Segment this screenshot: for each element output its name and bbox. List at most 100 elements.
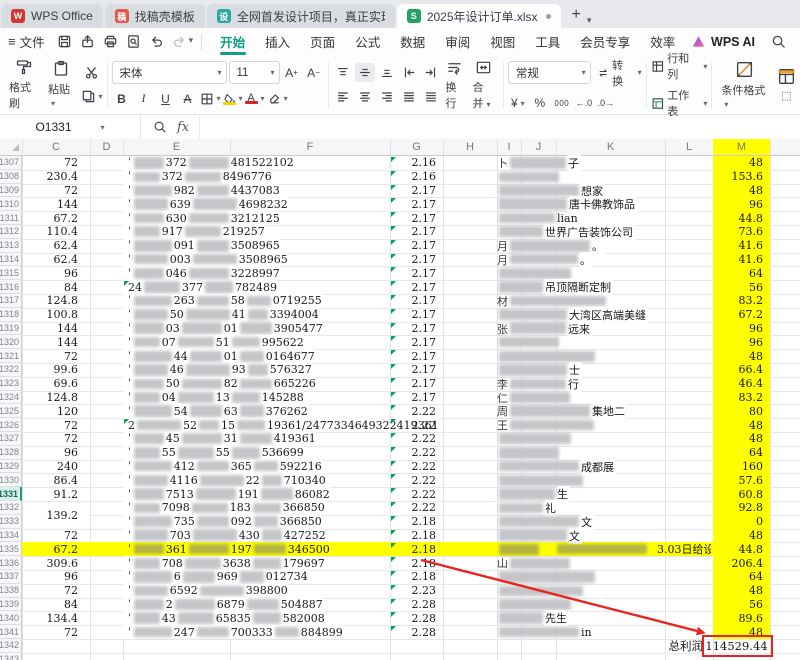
window-tab-0[interactable]: WWPS Office xyxy=(1,4,103,28)
cell-C[interactable]: 72 xyxy=(22,184,78,198)
row-header-1320[interactable]: 1320 xyxy=(0,335,22,349)
column-header-J[interactable]: J xyxy=(521,139,556,156)
strikethrough-button[interactable]: A xyxy=(178,89,198,108)
cell-client-redacted[interactable] xyxy=(497,335,561,349)
cell-G[interactable]: 2.17 xyxy=(390,363,436,377)
cell-G[interactable]: 2.17 xyxy=(390,266,436,280)
fill-color-button[interactable]: ▾ xyxy=(223,89,243,108)
row-header-1311[interactable]: 1311 xyxy=(0,211,22,225)
cell-E-redacted[interactable]: '03013905477 xyxy=(123,322,323,336)
cell-client-redacted[interactable]: 成都展 xyxy=(497,460,616,474)
cell-G[interactable]: 2.17 xyxy=(390,239,436,253)
currency-button[interactable]: ¥▾ xyxy=(508,94,528,113)
cell-G[interactable]: 2.17 xyxy=(390,377,436,391)
cell-client-redacted[interactable]: 生 xyxy=(497,487,570,501)
window-tab-1[interactable]: 稿找稿壳模板 xyxy=(105,4,205,28)
cell-E-redacted[interactable]: '5555536699 xyxy=(123,446,304,460)
row-header-1334[interactable]: 1334 xyxy=(0,529,22,543)
increase-font-button[interactable]: A+ xyxy=(282,63,302,82)
cell-C[interactable]: 99.6 xyxy=(22,363,78,377)
row-header-1316[interactable]: 1316 xyxy=(0,280,22,294)
cell-client-redacted[interactable] xyxy=(497,473,585,487)
cell-G[interactable]: 2.17 xyxy=(390,391,436,405)
row-header-1339[interactable]: 1339 xyxy=(0,598,22,612)
menu-tab-8[interactable]: 会员专享 xyxy=(570,28,640,55)
cell-G[interactable]: 2.17 xyxy=(390,322,436,336)
cell-M-profit[interactable]: 80 xyxy=(713,404,763,418)
cell-client-redacted[interactable]: 卜子 xyxy=(497,156,581,170)
cell-client-redacted[interactable] xyxy=(497,170,561,184)
decrease-font-button[interactable]: A− xyxy=(304,63,324,82)
cell-E-redacted[interactable]: '7083638179697 xyxy=(123,556,325,570)
save-icon[interactable] xyxy=(55,32,74,52)
cell-M-profit[interactable]: 44.8 xyxy=(713,211,763,225)
bold-button[interactable]: B xyxy=(112,89,132,108)
cell-G[interactable]: 2.22 xyxy=(390,418,436,432)
cell-client-redacted[interactable]: 张远来 xyxy=(497,322,592,336)
font-color-button[interactable]: A ▾ xyxy=(245,89,265,108)
row-header-1342[interactable]: 1342 xyxy=(0,639,22,653)
cell-M-profit[interactable]: 66.4 xyxy=(713,363,763,377)
cell-E-redacted[interactable]: '6592398800 xyxy=(123,584,288,598)
cell-G[interactable]: 2.22 xyxy=(390,501,436,515)
cell-E-redacted[interactable]: '6969012734 xyxy=(123,570,308,584)
window-tab-3[interactable]: S2025年设计订单.xlsx xyxy=(397,4,561,28)
cell-M-profit[interactable]: 41.6 xyxy=(713,253,763,267)
row-header-1327[interactable]: 1327 xyxy=(0,432,22,446)
menu-tab-4[interactable]: 数据 xyxy=(390,28,435,55)
cell-K-note[interactable]: 3.03日给设 xyxy=(657,542,711,556)
cell-client-redacted[interactable]: in xyxy=(497,625,594,639)
cell-E-redacted[interactable]: '5082665226 xyxy=(123,377,316,391)
row-header-1326[interactable]: 1326 xyxy=(0,418,22,432)
row-header-1312[interactable]: 1312 xyxy=(0,225,22,239)
cell-E-redacted[interactable]: '26879504887 xyxy=(123,598,323,612)
file-menu-button[interactable]: ≡ 文件 xyxy=(0,32,55,51)
cell-M-profit[interactable]: 64 xyxy=(713,570,763,584)
column-header-G[interactable]: G xyxy=(390,139,443,156)
cell-C[interactable]: 309.6 xyxy=(22,556,78,570)
cell-C[interactable]: 124.8 xyxy=(22,294,78,308)
cell-G[interactable]: 2.17 xyxy=(390,197,436,211)
cell-E-redacted[interactable]: '6394698232 xyxy=(123,197,288,211)
wps-ai-button[interactable]: WPS AI xyxy=(691,34,755,49)
cell-M-profit[interactable]: 48 xyxy=(713,584,763,598)
cell-M-profit[interactable]: 0 xyxy=(713,515,763,529)
cell-C[interactable]: 100.8 xyxy=(22,308,78,322)
column-header-M[interactable]: M xyxy=(713,139,770,156)
window-tab-2[interactable]: 设全网首发设计项目，真正实现躺赚。 xyxy=(207,4,395,28)
formula-input[interactable] xyxy=(199,115,800,139)
cell-M-profit[interactable]: 67.2 xyxy=(713,308,763,322)
cell-client-redacted[interactable]: lian xyxy=(497,211,580,225)
row-header-1331[interactable]: 1331 xyxy=(0,487,22,501)
copy-button[interactable]: ▾ xyxy=(81,87,103,106)
cell-C[interactable]: 240 xyxy=(22,460,78,474)
row-header-1324[interactable]: 1324 xyxy=(0,391,22,405)
row-header-1340[interactable]: 1340 xyxy=(0,611,22,625)
cell-G[interactable]: 2.18 xyxy=(390,556,436,570)
cell-G[interactable]: 2.18 xyxy=(390,515,436,529)
cell-E-redacted[interactable]: '263580719255 xyxy=(123,294,322,308)
cell-G[interactable]: 2.17 xyxy=(390,308,436,322)
cell-G[interactable]: 2.17 xyxy=(390,253,436,267)
cell-C[interactable]: 144 xyxy=(22,335,78,349)
cell-E-redacted[interactable]: '4365835582008 xyxy=(123,611,325,625)
cell-G[interactable]: 2.22 xyxy=(390,460,436,474)
row-header-1314[interactable]: 1314 xyxy=(0,253,22,267)
cell-C[interactable]: 72 xyxy=(22,432,78,446)
font-name-select[interactable]: 宋体▾ xyxy=(112,61,227,84)
cell-E-redacted[interactable]: '751319186082 xyxy=(123,487,330,501)
cell-M-profit[interactable]: 206.4 xyxy=(713,556,763,570)
row-header-1332[interactable]: 1332 xyxy=(0,501,22,515)
underline-button[interactable]: U xyxy=(156,89,176,108)
cell-E-redacted[interactable]: '0913508965 xyxy=(123,239,280,253)
row-header-1319[interactable]: 1319 xyxy=(0,322,22,336)
cell-C[interactable]: 134.4 xyxy=(22,611,78,625)
cell-G[interactable]: 2.22 xyxy=(390,432,436,446)
cell-C[interactable]: 69.6 xyxy=(22,377,78,391)
cell-E-redacted[interactable]: '4531419361 xyxy=(123,432,316,446)
menu-tab-6[interactable]: 视图 xyxy=(480,28,525,55)
row-header-1335[interactable]: 1335 xyxy=(0,542,22,556)
cell-E-redacted[interactable]: '5463376262 xyxy=(123,404,308,418)
cell-client-redacted[interactable]: 唐卡佛教饰品 xyxy=(497,197,637,211)
format-painter-button[interactable]: 格式刷 xyxy=(4,58,43,111)
